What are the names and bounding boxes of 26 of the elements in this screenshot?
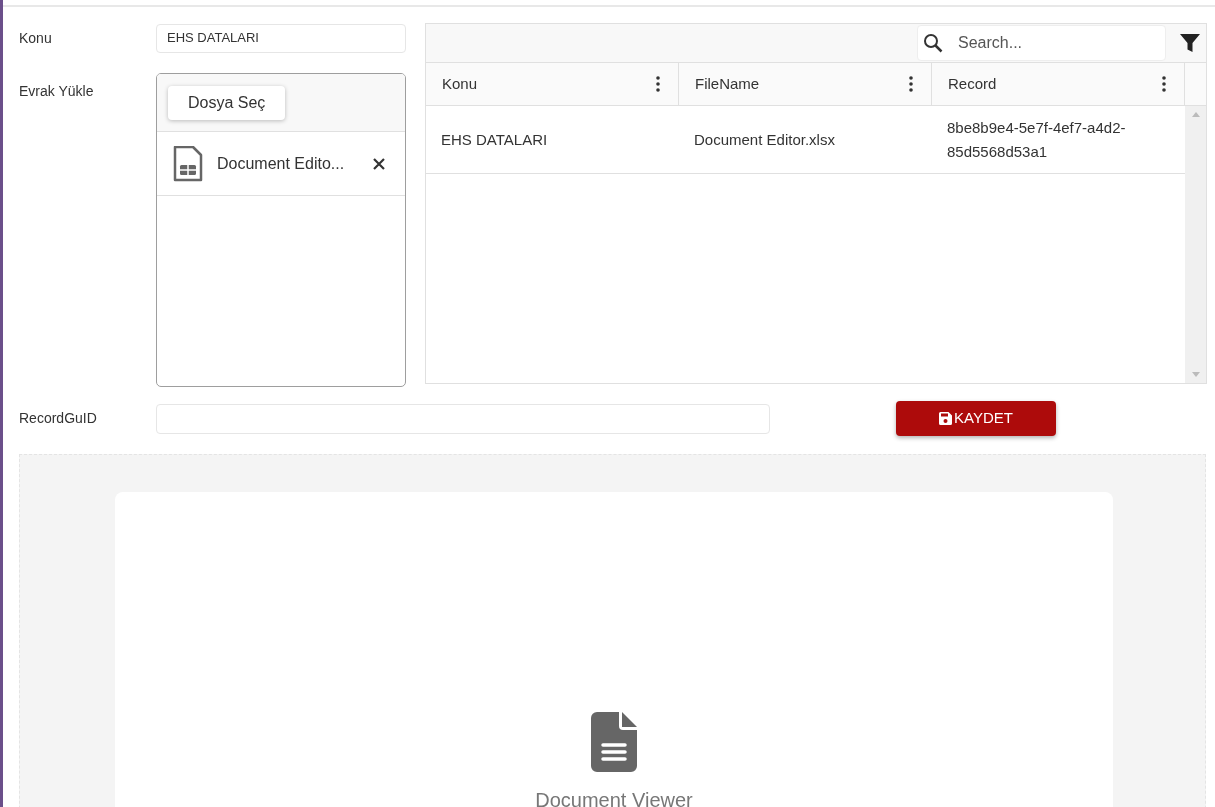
field-label: RecordGuID	[19, 409, 98, 428]
document-icon	[591, 712, 637, 772]
filter-icon[interactable]	[1180, 33, 1200, 53]
search-icon	[923, 33, 943, 53]
column-header[interactable]: FileName	[679, 63, 932, 105]
input-field[interactable]: EHS DATALARI	[156, 23, 406, 53]
column-header[interactable]: Record	[932, 63, 1185, 105]
file-name: Document Edito...	[217, 153, 346, 174]
spreadsheet-file-icon	[173, 145, 203, 182]
more-options-icon[interactable]	[1162, 76, 1166, 92]
more-options-icon[interactable]	[656, 76, 660, 92]
choose-file-button[interactable]: Dosya Seç	[168, 85, 286, 120]
save-icon	[939, 412, 953, 425]
table-cell-text: Document Editor.xlsx	[693, 129, 836, 150]
field-label: Evrak Yükle	[19, 82, 95, 101]
file-item[interactable]: Document Edito...	[157, 132, 405, 196]
viewer-title: Document Viewer	[535, 788, 693, 807]
save-button[interactable]: KAYDET	[896, 401, 1056, 436]
input-field[interactable]	[156, 403, 770, 434]
column-header[interactable]: Konu	[426, 63, 679, 105]
table-cell-text: EHS DATALARI	[440, 129, 549, 150]
table-cell-text: 8be8b9e4-5e7f-4ef7-a4d2-85d5568d53a1	[946, 117, 1127, 162]
more-options-icon[interactable]	[909, 76, 913, 92]
search-field[interactable]: Search...	[917, 25, 1166, 61]
close-icon[interactable]	[373, 157, 385, 170]
field-label: Konu	[19, 28, 53, 48]
